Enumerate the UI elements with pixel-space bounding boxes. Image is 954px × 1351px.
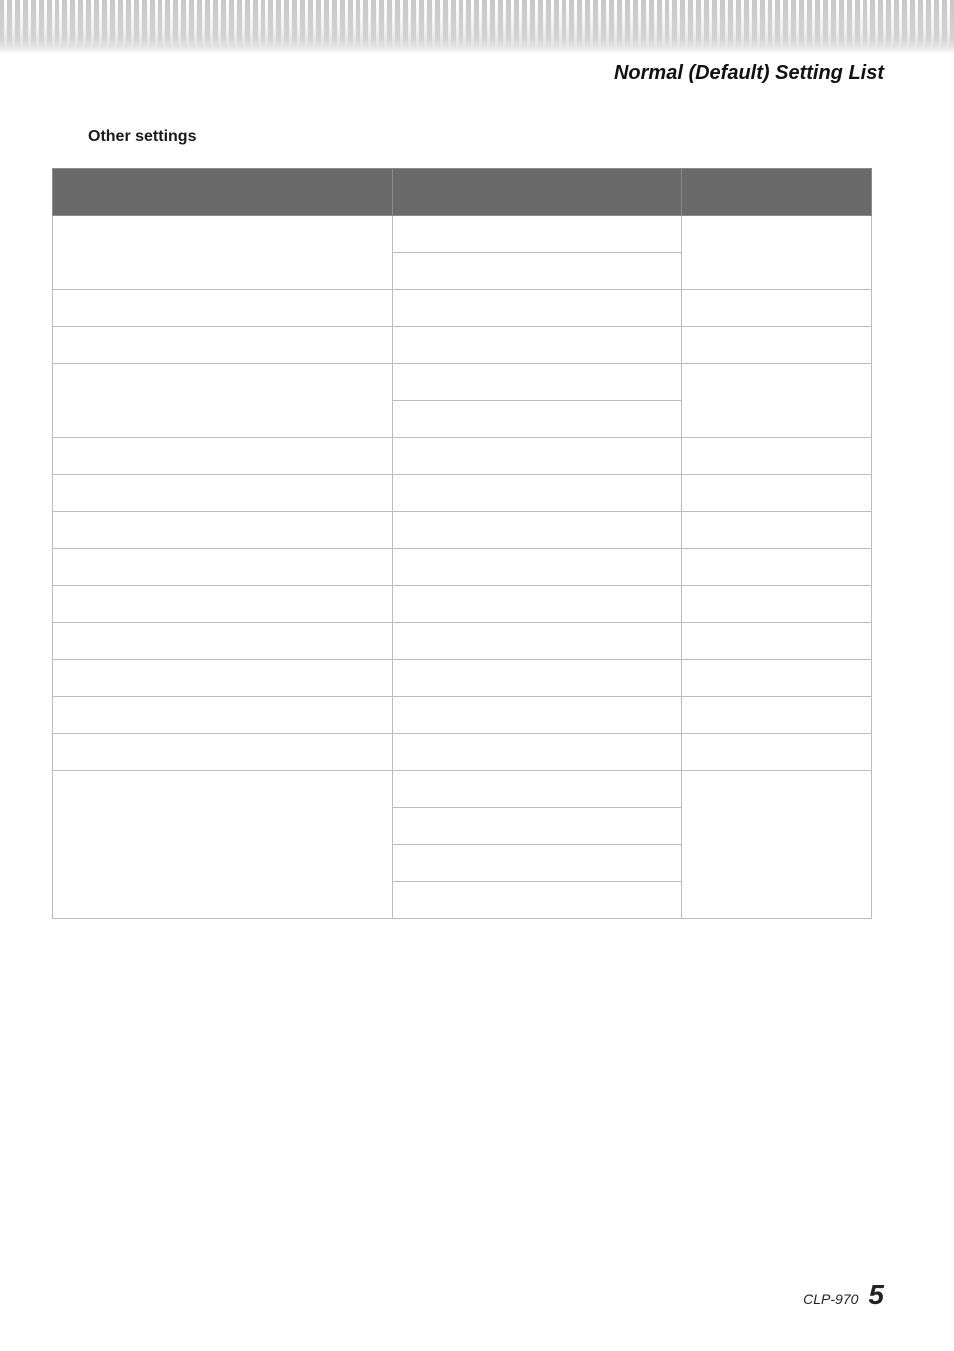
table-row <box>53 438 872 475</box>
table-row <box>53 586 872 623</box>
top-decoration-stripe <box>0 0 954 54</box>
table-row <box>53 512 872 549</box>
table-row <box>53 364 872 401</box>
table-row <box>53 549 872 586</box>
cell-backup <box>682 660 872 697</box>
cell-name <box>53 216 393 290</box>
cell-default <box>392 512 682 549</box>
cell-backup <box>682 327 872 364</box>
table-row <box>53 697 872 734</box>
cell-default <box>392 549 682 586</box>
cell-backup <box>682 771 872 919</box>
cell-name <box>53 697 393 734</box>
footer-model: CLP-970 <box>803 1291 858 1307</box>
cell-backup <box>682 438 872 475</box>
cell-name <box>53 623 393 660</box>
cell-name <box>53 512 393 549</box>
cell-default <box>392 586 682 623</box>
col-header-name <box>53 169 393 216</box>
cell-default <box>392 660 682 697</box>
cell-default <box>392 475 682 512</box>
top-decoration-bars <box>0 0 954 54</box>
cell-backup <box>682 623 872 660</box>
cell-backup <box>682 586 872 623</box>
col-header-default <box>392 169 682 216</box>
cell-name <box>53 290 393 327</box>
cell-name <box>53 549 393 586</box>
table-row <box>53 660 872 697</box>
cell-name <box>53 364 393 438</box>
cell-default <box>392 216 682 253</box>
cell-default <box>392 845 682 882</box>
cell-name <box>53 771 393 919</box>
table-row <box>53 475 872 512</box>
cell-backup <box>682 734 872 771</box>
section-title: Other settings <box>88 128 196 146</box>
cell-backup <box>682 290 872 327</box>
cell-backup <box>682 549 872 586</box>
page-title: Normal (Default) Setting List <box>614 62 884 85</box>
footer-page-number: 5 <box>868 1279 884 1311</box>
cell-name <box>53 586 393 623</box>
cell-default <box>392 253 682 290</box>
cell-default <box>392 438 682 475</box>
cell-default <box>392 771 682 808</box>
page-footer: CLP-970 5 <box>803 1279 884 1311</box>
table-header <box>53 169 872 216</box>
cell-backup <box>682 475 872 512</box>
cell-name <box>53 327 393 364</box>
cell-default <box>392 364 682 401</box>
table-row <box>53 327 872 364</box>
table-row <box>53 771 872 808</box>
table-row <box>53 623 872 660</box>
cell-default <box>392 734 682 771</box>
cell-backup <box>682 364 872 438</box>
cell-default <box>392 697 682 734</box>
cell-default <box>392 327 682 364</box>
table-row <box>53 734 872 771</box>
cell-default <box>392 623 682 660</box>
col-header-backup <box>682 169 872 216</box>
cell-default <box>392 401 682 438</box>
cell-backup <box>682 697 872 734</box>
cell-name <box>53 660 393 697</box>
table-body <box>53 216 872 919</box>
cell-name <box>53 734 393 771</box>
cell-name <box>53 438 393 475</box>
cell-backup <box>682 512 872 549</box>
cell-name <box>53 475 393 512</box>
cell-default <box>392 290 682 327</box>
cell-default <box>392 882 682 919</box>
cell-default <box>392 808 682 845</box>
table-row <box>53 216 872 253</box>
cell-backup <box>682 216 872 290</box>
settings-table <box>52 168 872 919</box>
table-row <box>53 290 872 327</box>
